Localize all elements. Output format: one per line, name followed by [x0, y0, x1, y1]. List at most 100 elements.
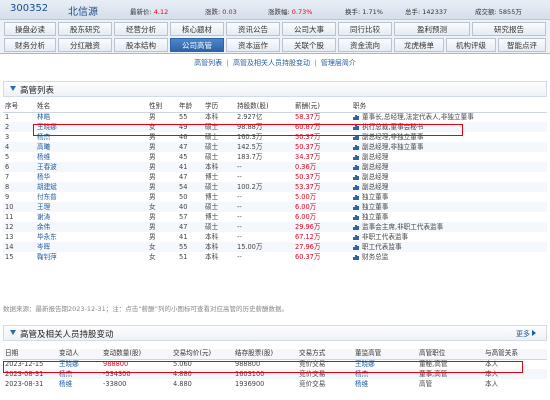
salary-chart-icon[interactable]: [353, 214, 359, 220]
stock-name: 北信源: [68, 7, 98, 18]
salary-chart-icon[interactable]: [353, 204, 359, 210]
nav-tab[interactable]: 研究报告: [472, 22, 546, 36]
table-cell: 女: [149, 252, 156, 261]
nav-tab[interactable]: 核心题材: [170, 22, 224, 36]
table-cell: 51: [179, 252, 188, 261]
salary-chart-icon[interactable]: [353, 234, 359, 240]
quote-amount: 成交额: 5855万: [475, 8, 522, 16]
quote-volume: 总手: 142337: [405, 8, 448, 16]
table-cell: 6: [5, 162, 10, 171]
manager-name-link[interactable]: 高曦: [35, 142, 147, 152]
manager-name-link[interactable]: 王春波: [35, 162, 147, 172]
table-cell: 9: [5, 192, 10, 201]
more-link[interactable]: 更多: [516, 329, 536, 339]
table-cell: 7: [5, 172, 10, 181]
table-cell: 非职工代表监事: [351, 232, 547, 242]
table-cell: 本科: [205, 112, 219, 121]
table-cell: 董事长,总经理,法定代表人,非独立董事: [351, 112, 547, 122]
table-header-row: 日期 变动人 变动数量(股) 交易均价(元) 结存股票(股) 交易方式 董监高管…: [3, 349, 547, 360]
table-cell: --: [237, 202, 242, 211]
salary-chart-icon[interactable]: [353, 154, 359, 160]
table-cell: 副总经理: [351, 162, 547, 172]
highlight-box: [3, 361, 523, 373]
manager-name-link[interactable]: 鞠钊萍: [35, 252, 147, 262]
nav-tab[interactable]: 财务分析: [4, 38, 56, 52]
table-cell: 34.37万: [295, 152, 321, 161]
person-link[interactable]: 杨维: [57, 379, 101, 389]
manager-name-link[interactable]: 王理: [35, 202, 147, 212]
manager-name-link[interactable]: 岑晖: [35, 242, 147, 252]
nav-tab[interactable]: 公司大事: [282, 22, 336, 36]
salary-chart-icon[interactable]: [353, 144, 359, 150]
nav-tab[interactable]: 资金流向: [338, 38, 392, 52]
manager-name-link[interactable]: 毕永东: [35, 232, 147, 242]
nav-tab[interactable]: 股本结构: [114, 38, 168, 52]
manager-name-link[interactable]: 付东普: [35, 192, 147, 202]
salary-chart-icon[interactable]: [353, 174, 359, 180]
table-row: 2023-08-31 杨维 -33800 4.880 1936900 竞价交易 杨维 高管 本人: [3, 379, 547, 389]
table-cell: 独立董事: [351, 212, 547, 222]
nav-tab[interactable]: 龙虎榜单: [394, 38, 444, 52]
table-cell: 2: [5, 122, 10, 131]
table-cell: 13: [5, 232, 14, 241]
table-cell: 副总经理: [351, 182, 547, 192]
salary-chart-icon[interactable]: [353, 254, 359, 260]
collapse-arrow-icon[interactable]: [10, 330, 16, 335]
nav-tab[interactable]: 资本运作: [226, 38, 280, 52]
salary-chart-icon[interactable]: [353, 114, 359, 120]
table-cell: 本科: [205, 232, 219, 241]
table-row: 10 王理女 40 硕士 -- 6.00万 独立董事: [3, 202, 547, 212]
table-cell: 10: [5, 202, 14, 211]
manager-name-link[interactable]: 余伟: [35, 222, 147, 232]
stock-code: 300352: [10, 3, 49, 14]
nav-tab[interactable]: 股东研究: [58, 22, 112, 36]
nav-tab[interactable]: 经营分析: [114, 22, 168, 36]
table-cell: 1936900: [235, 379, 265, 388]
salary-chart-icon[interactable]: [353, 164, 359, 170]
quote-price: 最新价: 4.12: [130, 8, 169, 16]
salary-chart-icon[interactable]: [353, 194, 359, 200]
subnav-link-managers[interactable]: 高管列表: [194, 59, 222, 67]
manager-name-link[interactable]: 胡建斌: [35, 182, 147, 192]
table-cell: 副总经理: [351, 152, 547, 162]
table-cell: 15: [5, 252, 14, 261]
manager-name-link[interactable]: 林皓: [35, 112, 147, 122]
table-cell: 男: [149, 212, 156, 221]
col-header: 交易方式: [297, 349, 353, 360]
subnav-link-profiles[interactable]: 管理层简介: [321, 59, 356, 67]
table-cell: 博士: [205, 192, 219, 201]
manager-name-link[interactable]: 谢涛: [35, 212, 147, 222]
table-cell: 29.96万: [295, 222, 321, 231]
table-cell: 12: [5, 222, 14, 231]
nav-tab[interactable]: 操盘必读: [4, 22, 56, 36]
subnav-separator: |: [314, 59, 317, 67]
nav-tab[interactable]: 同行比较: [338, 22, 392, 36]
person-link[interactable]: 杨维: [353, 379, 417, 389]
table-cell: 54: [179, 182, 188, 191]
table-cell: 独立董事: [351, 192, 547, 202]
manager-name-link[interactable]: 杨维: [35, 152, 147, 162]
table-cell: 男: [149, 182, 156, 191]
nav-tab[interactable]: 分红融资: [58, 38, 112, 52]
salary-chart-icon[interactable]: [353, 224, 359, 230]
table-cell: 58.37万: [295, 112, 321, 121]
nav-tab[interactable]: 盈利预测: [394, 22, 470, 36]
table-row: 5 杨维男 45 硕士 183.7万 34.37万 副总经理: [3, 152, 547, 162]
nav-tab[interactable]: 机构评级: [446, 38, 496, 52]
table-cell: 本人: [485, 379, 499, 388]
col-header: 与高管关系: [483, 349, 547, 360]
col-header: 薪酬(元): [293, 102, 351, 113]
salary-chart-icon[interactable]: [353, 184, 359, 190]
table-cell: 6.00万: [295, 212, 317, 221]
collapse-arrow-icon[interactable]: [10, 86, 16, 91]
salary-chart-icon[interactable]: [353, 244, 359, 250]
subnav-link-holdings[interactable]: 高管及相关人员持股变动: [233, 59, 310, 67]
manager-name-link[interactable]: 杨华: [35, 172, 147, 182]
table-cell: 博士: [205, 212, 219, 221]
nav-tab[interactable]: 关联个股: [282, 38, 336, 52]
nav-tab-active[interactable]: 公司高管: [170, 38, 224, 52]
col-header: 性别: [147, 102, 177, 113]
nav-tab[interactable]: 智能点评: [498, 38, 546, 52]
nav-tab[interactable]: 资讯公告: [226, 22, 280, 36]
sub-nav: 高管列表 | 高管及相关人员持股变动 | 管理层简介: [0, 58, 550, 70]
